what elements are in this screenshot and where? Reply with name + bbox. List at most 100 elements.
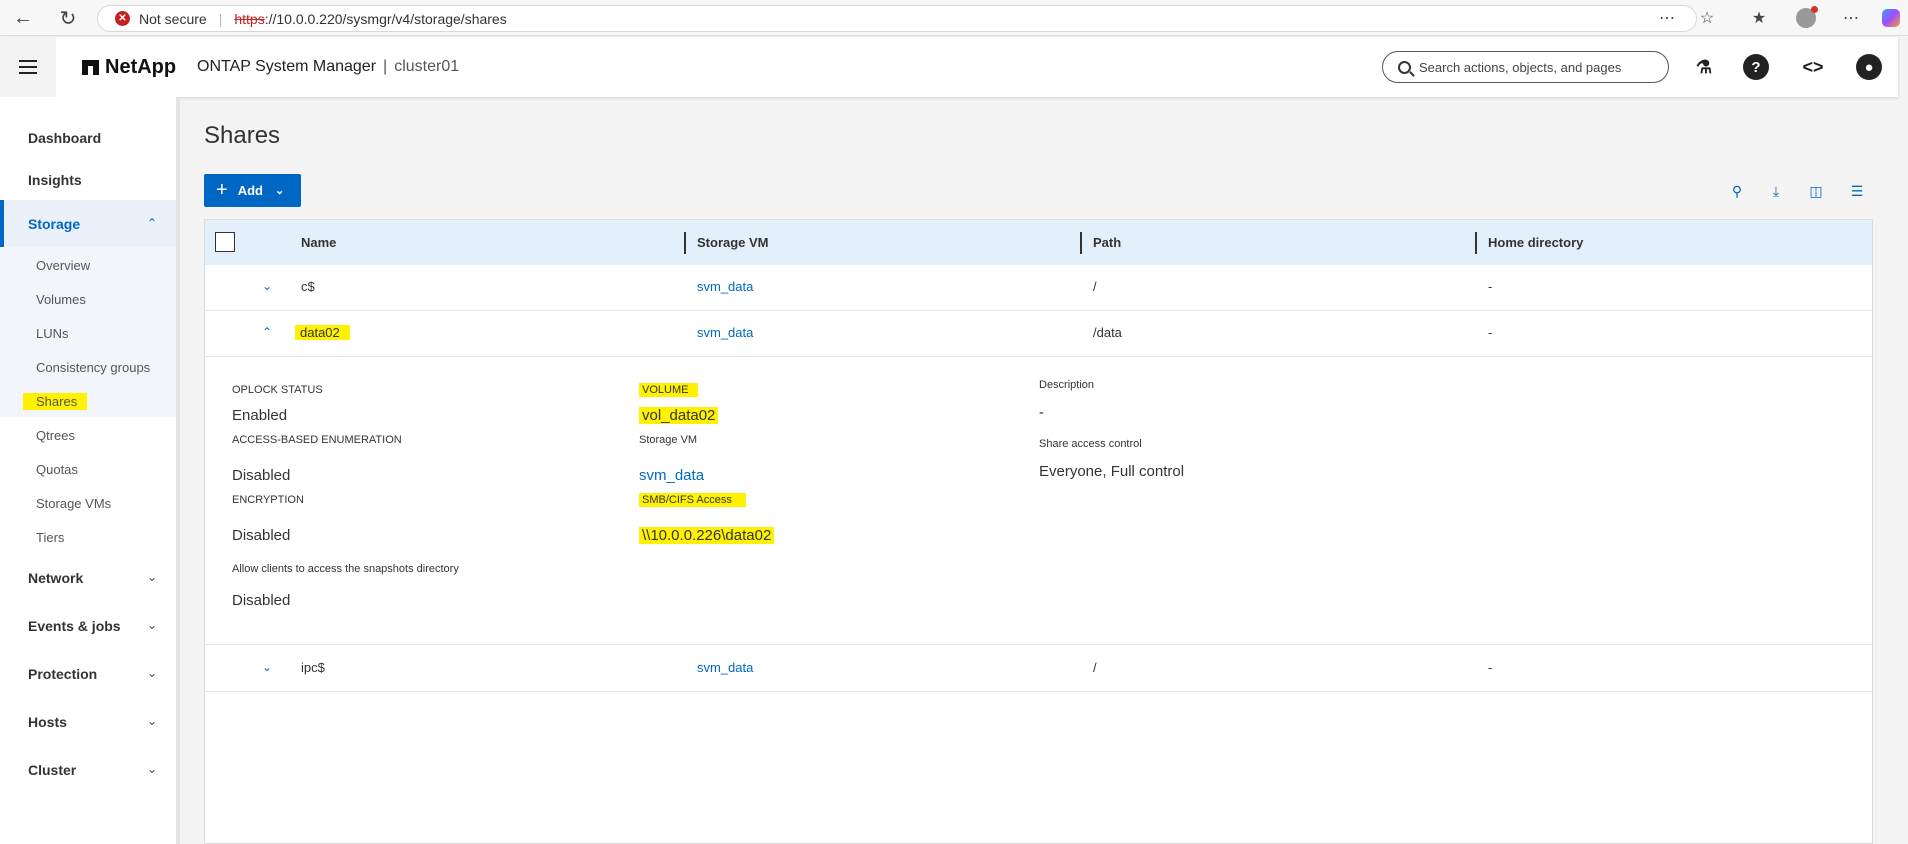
menu-icon[interactable] <box>0 37 56 97</box>
more-options-icon[interactable]: ⋯ <box>1840 7 1862 29</box>
filter-icon[interactable]: ☰ <box>1849 183 1865 199</box>
favorites-icon[interactable]: ★ <box>1748 7 1770 29</box>
shares-label: Shares <box>23 393 88 410</box>
user-icon[interactable]: ● <box>1856 54 1882 80</box>
reader-icon[interactable]: ⋯ <box>1656 7 1678 29</box>
chevron-down-icon: ⌄ <box>274 185 285 197</box>
column-header-name[interactable]: Name <box>301 235 336 250</box>
netapp-mark-icon <box>82 60 99 75</box>
chevron-down-icon[interactable]: ⌄ <box>147 762 157 776</box>
share-name: ipc$ <box>301 660 325 675</box>
search-icon <box>1398 60 1411 74</box>
title-separator: | <box>383 58 388 75</box>
home-directory: - <box>1488 325 1493 340</box>
volume-value[interactable]: vol_data02 <box>639 407 719 424</box>
sidebar-sub-tiers[interactable]: Tiers <box>36 530 64 545</box>
code-icon[interactable]: <> <box>1800 54 1826 80</box>
select-all-checkbox[interactable] <box>215 232 235 252</box>
add-button[interactable]: + Add ⌄ <box>204 174 301 207</box>
chevron-down-icon[interactable]: ⌄ <box>147 618 157 632</box>
column-divider[interactable] <box>1475 232 1477 254</box>
lab-flask-icon[interactable]: ⚗ <box>1691 54 1717 80</box>
browser-toolbar: ← ↻ ✕ Not secure | https ://10.0.0.220/s… <box>0 0 1908 36</box>
share-acl-label: Share access control <box>1039 438 1142 450</box>
detail-storage-vm-label: Storage VM <box>639 434 698 446</box>
snapshots-access-value: Disabled <box>232 592 291 609</box>
address-bar[interactable]: ✕ Not secure | https ://10.0.0.220/sysmg… <box>97 5 1697 32</box>
chevron-down-icon[interactable]: ⌄ <box>147 714 157 728</box>
column-header-storage-vm[interactable]: Storage VM <box>697 235 769 250</box>
cluster-name: cluster01 <box>394 58 460 75</box>
product-name: ONTAP System Manager <box>197 58 377 75</box>
column-divider[interactable] <box>1080 232 1082 254</box>
sidebar-item-hosts[interactable]: Hosts <box>28 714 67 730</box>
profile-avatar-icon[interactable] <box>1795 6 1818 29</box>
sidebar-sub-storage-vms[interactable]: Storage VMs <box>36 496 111 511</box>
sidebar-sub-consistency-groups[interactable]: Consistency groups <box>36 360 150 375</box>
search-placeholder: Search actions, objects, and pages <box>1419 59 1622 75</box>
share-name: data02 <box>295 325 350 340</box>
security-label: Not secure <box>139 10 207 27</box>
table-row[interactable]: ⌃ data02 svm_data /data - <box>205 311 1872 357</box>
chevron-down-icon[interactable]: ⌄ <box>147 570 157 584</box>
sidebar-item-events-jobs[interactable]: Events & jobs <box>28 618 121 634</box>
reload-icon[interactable]: ↻ <box>57 7 79 30</box>
search-icon[interactable]: ⚲ <box>1729 183 1745 199</box>
chevron-down-icon[interactable]: ⌄ <box>262 660 272 674</box>
table-row[interactable]: ⌄ c$ svm_data / - <box>205 265 1872 311</box>
netapp-logo[interactable]: NetApp <box>82 56 176 79</box>
share-path: /data <box>1093 325 1122 340</box>
back-icon[interactable]: ← <box>12 7 34 29</box>
encryption-label: ENCRYPTION <box>232 494 304 506</box>
sidebar-item-dashboard[interactable]: Dashboard <box>28 130 101 146</box>
storage-vm-link[interactable]: svm_data <box>697 325 753 340</box>
page-title: Shares <box>204 122 281 149</box>
download-icon[interactable]: ⤓ <box>1768 183 1784 199</box>
chevron-down-icon[interactable]: ⌄ <box>147 666 157 680</box>
home-directory: - <box>1488 279 1493 294</box>
app-header: NetApp ONTAP System Manager | cluster01 Se… <box>0 37 1898 97</box>
copilot-icon[interactable] <box>1880 7 1902 29</box>
sidebar-sub-quotas[interactable]: Quotas <box>36 462 78 477</box>
url-scheme: https <box>234 10 265 27</box>
columns-icon[interactable]: ◫ <box>1808 183 1824 199</box>
storage-vm-link[interactable]: svm_data <box>697 279 753 294</box>
favorite-star-icon[interactable]: ☆ <box>1696 7 1718 29</box>
share-path: / <box>1093 279 1097 294</box>
column-divider[interactable] <box>684 232 686 254</box>
storage-vm-link[interactable]: svm_data <box>697 660 753 675</box>
help-icon[interactable]: ? <box>1743 54 1769 80</box>
share-name-highlight: data02 <box>295 325 350 340</box>
chevron-up-icon[interactable]: ⌃ <box>147 216 157 230</box>
plus-icon: + <box>216 179 228 201</box>
sidebar-item-insights[interactable]: Insights <box>28 172 82 188</box>
sidebar-item-protection[interactable]: Protection <box>28 666 97 682</box>
description-value: - <box>1039 404 1044 421</box>
volume-label-highlight: VOLUME <box>639 383 699 397</box>
table-row[interactable]: ⌄ ipc$ svm_data / - <box>205 646 1872 692</box>
chevron-up-icon[interactable]: ⌃ <box>262 325 272 339</box>
column-header-path[interactable]: Path <box>1093 235 1121 250</box>
sidebar-sub-volumes[interactable]: Volumes <box>36 292 86 307</box>
smb-access-label-highlight: SMB/CIFS Access <box>639 493 746 507</box>
chevron-down-icon[interactable]: ⌄ <box>262 279 272 293</box>
sidebar-item-cluster[interactable]: Cluster <box>28 762 76 778</box>
share-path: / <box>1093 660 1097 675</box>
column-header-home-directory[interactable]: Home directory <box>1488 235 1583 250</box>
sidebar-sub-luns[interactable]: LUNs <box>36 326 69 341</box>
smb-access-value: \\10.0.0.226\data02 <box>639 527 775 544</box>
share-name: c$ <box>301 279 315 294</box>
detail-storage-vm-link[interactable]: svm_data <box>639 467 704 484</box>
sidebar-item-network[interactable]: Network <box>28 570 83 586</box>
sidebar-item-storage[interactable]: Storage <box>28 216 80 232</box>
global-search-input[interactable]: Search actions, objects, and pages <box>1382 51 1669 83</box>
smb-access-label: SMB/CIFS Access <box>639 493 746 507</box>
sidebar-sub-overview[interactable]: Overview <box>36 258 90 273</box>
brand-name: NetApp <box>105 56 177 78</box>
share-details-panel: OPLOCK STATUS Enabled ACCESS-BASED ENUME… <box>205 357 1872 645</box>
sidebar: Dashboard Insights Storage ⌃ Overview Vo… <box>0 97 180 844</box>
shares-table: Name Storage VM Path Home directory ⌄ c$… <box>204 219 1873 844</box>
sidebar-sub-shares[interactable]: Shares <box>23 393 88 410</box>
oplock-status-label: OPLOCK STATUS <box>232 384 323 396</box>
sidebar-sub-qtrees[interactable]: Qtrees <box>36 428 75 443</box>
